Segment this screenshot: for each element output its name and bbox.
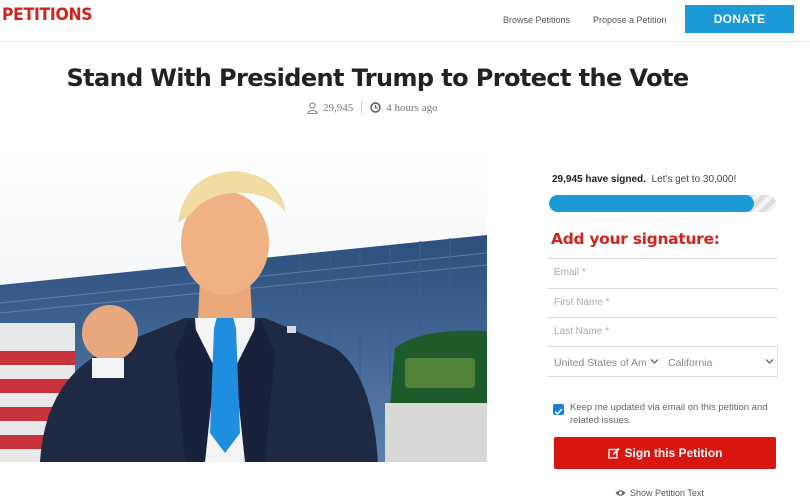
petition-meta: 29,945 4 hours ago (307, 101, 438, 114)
nav-browse-petitions[interactable]: Browse Petitions (503, 15, 570, 25)
sign-petition-label: Sign this Petition (624, 446, 723, 460)
location-selects: United States of America California (548, 346, 778, 377)
last-name-field[interactable]: Last Name * (548, 317, 778, 347)
donate-button[interactable]: DONATE (685, 5, 794, 33)
email-field[interactable]: Email * (548, 258, 778, 288)
goal-text: Let's get to 30,000! (651, 174, 737, 185)
posted-time: 4 hours ago (386, 101, 438, 114)
add-signature-heading: Add your signature: (551, 230, 720, 248)
chevron-down-icon (650, 359, 659, 364)
show-petition-text-label: Show Petition Text (630, 488, 704, 498)
user-icon (307, 101, 318, 114)
signer-count: 29,945 (323, 101, 354, 114)
clock-icon (370, 102, 381, 113)
chevron-down-icon (765, 359, 774, 364)
petition-photo (0, 153, 487, 462)
signature-status: 29,945 have signed. Let's get to 30,000! (552, 174, 736, 185)
optin-checkbox[interactable] (553, 404, 564, 416)
nav-propose-petition[interactable]: Propose a Petition (593, 15, 667, 25)
eye-icon (615, 490, 626, 496)
country-select[interactable]: United States of America (554, 357, 646, 369)
signed-count-text: 29,945 have signed. (552, 174, 646, 185)
site-header: PETITIONS Browse Petitions Propose a Pet… (0, 0, 810, 42)
signature-progress-bar (549, 195, 776, 212)
meta-divider (361, 101, 363, 114)
state-select[interactable]: California (668, 357, 712, 369)
petition-title: Stand With President Trump to Protect th… (66, 64, 689, 92)
checkmark-icon (554, 408, 563, 416)
first-name-field[interactable]: First Name * (548, 288, 778, 318)
edit-icon (607, 447, 620, 459)
optin-label: Keep me updated via email on this petiti… (570, 402, 768, 426)
progress-fill (549, 195, 755, 212)
site-logo[interactable]: PETITIONS (2, 5, 93, 25)
show-petition-text-link[interactable]: Show Petition Text (615, 488, 704, 498)
sign-petition-button[interactable]: Sign this Petition (554, 437, 776, 469)
